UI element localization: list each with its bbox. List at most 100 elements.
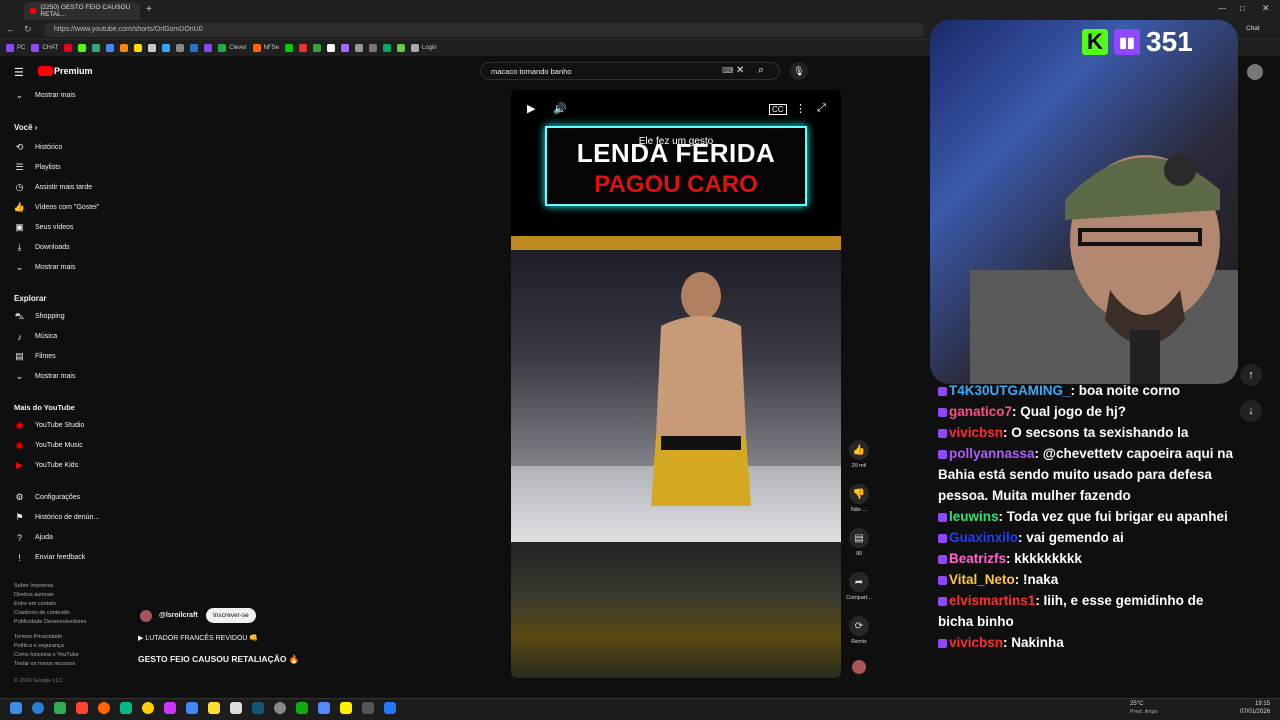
app-icon[interactable] — [186, 702, 198, 714]
footer-links[interactable]: Criadores de conteúdo — [14, 610, 70, 616]
share-button[interactable]: ➦ Compart... — [846, 572, 872, 601]
sidebar-item-history[interactable]: ⟲ Histórico — [14, 142, 63, 153]
sidebar-item-report-history[interactable]: ⚑ Histórico de denún... — [14, 512, 99, 523]
bookmark-item[interactable] — [312, 44, 321, 52]
voice-search-icon[interactable]: 🎙 — [790, 62, 808, 80]
discord-icon[interactable] — [318, 702, 330, 714]
chat-username[interactable]: Beatrizfs — [949, 551, 1006, 566]
scroll-up-icon[interactable]: ↑ — [1240, 364, 1262, 386]
bookmark-item[interactable] — [148, 44, 157, 52]
sidebar-item-help[interactable]: ? Ajuda — [14, 532, 53, 543]
bookmark-item[interactable] — [92, 44, 101, 52]
notes-icon[interactable] — [340, 702, 352, 714]
short-video-player[interactable]: LENDA FERIDA PAGOU CARO Ele fez um gesto… — [511, 90, 841, 678]
bookmark-item[interactable]: Clever — [218, 44, 247, 52]
bookmark-item[interactable]: Login — [410, 44, 437, 52]
file-explorer-icon[interactable] — [208, 702, 220, 714]
sidebar-item-studio[interactable]: ◉ YouTube Studio — [14, 420, 85, 431]
reload-icon[interactable]: ↻ — [24, 24, 32, 35]
bookmark-item[interactable]: NFSe — [252, 44, 279, 52]
chat-username[interactable]: T4K30UTGAMING_ — [949, 383, 1071, 398]
sidebar-item-playlists[interactable]: ☰ Playlists — [14, 162, 60, 173]
sidebar-item-downloads[interactable]: ⤓ Downloads — [14, 242, 70, 253]
chat-username[interactable]: leuwins — [949, 509, 999, 524]
sidebar-item-liked[interactable]: 👍 Vídeos com "Gostei" — [14, 202, 99, 213]
steam-icon[interactable] — [252, 702, 264, 714]
bookmark-item[interactable] — [190, 44, 199, 52]
app-icon[interactable] — [362, 702, 374, 714]
sidebar-item-your-videos[interactable]: ▣ Seus vídeos — [14, 222, 73, 233]
sidebar-show-more[interactable]: ⌄ Mostrar mais — [14, 90, 76, 101]
weather-desc[interactable]: Pred. limpo — [1130, 709, 1158, 715]
audio-avatar[interactable] — [852, 660, 866, 674]
address-bar[interactable]: https://www.youtube.com/shorts/OrlGomDOn… — [44, 23, 924, 37]
play-icon[interactable]: ▶ — [527, 102, 535, 115]
edge-icon[interactable] — [32, 702, 44, 714]
footer-links[interactable]: Publicidade Desenvolvedores — [14, 619, 86, 625]
clock-date[interactable]: 07/01/2026 — [1240, 709, 1270, 715]
bookmark-item[interactable] — [396, 44, 405, 52]
firefox-icon[interactable] — [98, 702, 110, 714]
new-tab-icon[interactable]: + — [146, 4, 152, 15]
bookmark-item[interactable] — [162, 44, 171, 52]
chat-username[interactable]: Guaxinxilo — [949, 530, 1018, 545]
comments-button[interactable]: ▤ 90 — [846, 528, 872, 557]
settings-app-icon[interactable] — [274, 702, 286, 714]
youtube-brand[interactable]: Premium — [54, 66, 93, 76]
bookmark-item[interactable] — [326, 44, 335, 52]
subscribe-button[interactable]: Inscrever-se — [206, 608, 256, 623]
menu-icon[interactable]: ☰ — [14, 66, 24, 79]
back-icon[interactable]: ← — [6, 24, 15, 34]
chat-button[interactable]: Chat — [1246, 25, 1260, 32]
keyboard-icon[interactable]: ⌨ — [722, 66, 734, 75]
sidebar-item-watch-later[interactable]: ◷ Assistir mais tarde — [14, 182, 93, 193]
sidebar-item-show-more[interactable]: ⌄ Mostrar mais — [14, 262, 76, 273]
footer-links[interactable]: Como funciona o YouTube — [14, 652, 79, 658]
sidebar-item-shopping[interactable]: ⛍ Shopping — [14, 311, 65, 322]
bookmark-item[interactable] — [106, 44, 115, 52]
chat-username[interactable]: elvismartins1 — [949, 593, 1035, 608]
channel-name[interactable]: @lsroilcraft — [159, 612, 198, 619]
bookmark-item[interactable] — [354, 44, 363, 52]
chat-username[interactable]: vivicbsn — [949, 635, 1003, 650]
bookmark-item[interactable] — [340, 44, 349, 52]
close-window-icon[interactable]: ✕ — [1262, 3, 1270, 14]
like-button[interactable]: 👍 29 mil — [846, 440, 872, 469]
bookmark-item[interactable] — [204, 44, 213, 52]
dislike-button[interactable]: 👎 Não ... — [846, 484, 872, 513]
sidebar-item-settings[interactable]: ⚙ Configurações — [14, 492, 80, 503]
sidebar-item-yt-music[interactable]: ◉ YouTube Music — [14, 440, 83, 451]
youtube-logo-icon[interactable] — [38, 66, 53, 76]
windows-start-icon[interactable] — [10, 702, 22, 714]
app-icon[interactable] — [384, 702, 396, 714]
search-icon[interactable]: ⌕ — [758, 64, 764, 77]
sidebar-item-music[interactable]: ♪ Música — [14, 331, 57, 342]
captions-icon[interactable]: CC — [769, 104, 787, 115]
footer-links[interactable]: Sobre Imprensa — [14, 583, 53, 589]
sidebar-you-heading[interactable]: Você › — [14, 123, 37, 132]
footer-links[interactable]: Direitos autorais — [14, 592, 54, 598]
channel-avatar[interactable] — [140, 610, 152, 622]
maximize-icon[interactable]: □ — [1240, 4, 1245, 13]
footer-links[interactable]: Testar os novos recursos — [14, 661, 75, 667]
minimize-icon[interactable]: — — [1218, 4, 1226, 13]
clear-search-icon[interactable]: ✕ — [736, 65, 744, 76]
sidebar-item-yt-kids[interactable]: ▶ YouTube Kids — [14, 460, 78, 471]
footer-links[interactable]: Entre em contato — [14, 601, 56, 607]
store-icon[interactable] — [230, 702, 242, 714]
brave-icon[interactable] — [76, 702, 88, 714]
account-avatar[interactable] — [1247, 64, 1263, 80]
bookmark-item[interactable] — [134, 44, 143, 52]
chrome-icon[interactable] — [142, 702, 154, 714]
sidebar-item-movies[interactable]: ▤ Filmes — [14, 351, 55, 362]
bookmark-item[interactable] — [120, 44, 129, 52]
footer-links[interactable]: Termos Privacidade — [14, 634, 62, 640]
bookmark-item[interactable] — [78, 44, 87, 52]
widgets-icon[interactable] — [54, 702, 66, 714]
chat-username[interactable]: Vital_Neto — [949, 572, 1015, 587]
volume-icon[interactable]: 🔊 — [553, 102, 567, 115]
edge-dev-icon[interactable] — [120, 702, 132, 714]
more-options-icon[interactable]: ⋮ — [795, 102, 806, 115]
bookmark-item[interactable] — [368, 44, 377, 52]
clock-time[interactable]: 19:15 — [1255, 701, 1270, 707]
